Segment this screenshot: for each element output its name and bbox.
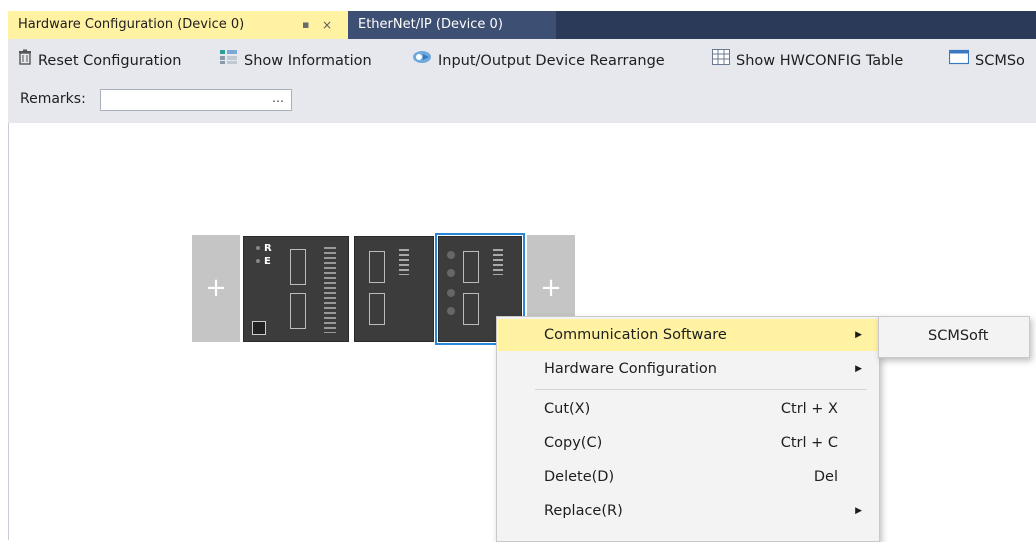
plus-icon: + <box>540 273 562 303</box>
menu-item-label: Cut(X) <box>544 401 591 417</box>
menu-item-label: Delete(D) <box>544 469 615 485</box>
rearrange-icon <box>412 47 432 75</box>
menu-item-label: Communication Software <box>544 327 727 343</box>
cpu-module[interactable]: R E <box>243 236 349 342</box>
connector-port <box>463 251 479 283</box>
terminal-block <box>399 249 409 275</box>
connector-port <box>369 251 385 283</box>
tab-ethernet-ip[interactable]: EtherNet/IP (Device 0) <box>348 11 556 39</box>
io-module[interactable] <box>354 236 434 342</box>
toolbar-row: Reset Configuration Show Information Inp… <box>8 47 1036 75</box>
connector-port <box>369 293 385 325</box>
menu-item-hardware-configuration[interactable]: Hardware Configuration ▶ <box>498 353 878 385</box>
show-hwconfig-table-button[interactable]: Show HWCONFIG Table <box>712 47 903 75</box>
context-menu: Communication Software ▶ Hardware Config… <box>496 316 880 542</box>
submenu-arrow-icon: ▶ <box>855 330 862 340</box>
connector-port <box>290 249 306 285</box>
add-module-left-button[interactable]: + <box>192 235 240 342</box>
menu-shortcut: Ctrl + X <box>780 401 838 417</box>
menu-item-copy[interactable]: Copy(C) Ctrl + C <box>498 427 878 459</box>
menu-item-label: Replace(R) <box>544 503 623 519</box>
document-tab-strip: Hardware Configuration (Device 0) ▪ × Et… <box>8 11 1036 39</box>
menu-item-label: Copy(C) <box>544 435 603 451</box>
plus-icon: + <box>205 273 227 303</box>
submenu-arrow-icon: ▶ <box>855 506 862 516</box>
browse-icon[interactable]: … <box>272 91 285 105</box>
tab-hardware-configuration[interactable]: Hardware Configuration (Device 0) ▪ × <box>8 11 348 39</box>
led-r-label: R <box>264 243 272 254</box>
scmsoft-label: SCMSo <box>975 53 1025 69</box>
led-e-label: E <box>264 256 271 267</box>
pin-icon[interactable]: ▪ <box>302 11 309 39</box>
menu-item-communication-software[interactable]: Communication Software ▶ <box>498 319 878 351</box>
menu-shortcut: Del <box>813 469 838 485</box>
tab-label: Hardware Configuration (Device 0) <box>18 17 245 32</box>
menu-shortcut: Ctrl + C <box>780 435 838 451</box>
led-indicator <box>256 259 260 263</box>
input-output-rearrange-button[interactable]: Input/Output Device Rearrange <box>412 47 665 75</box>
menu-item-scmsoft[interactable]: SCMSoft <box>880 317 1028 355</box>
connector-port <box>290 293 306 329</box>
hardware-configuration-window: Hardware Configuration (Device 0) ▪ × Et… <box>0 0 1036 542</box>
scmsoft-button[interactable]: SCMSo <box>948 47 1025 75</box>
status-led <box>447 251 455 259</box>
terminal-block <box>493 249 503 275</box>
information-grid-icon <box>220 47 238 75</box>
window-icon <box>948 47 970 75</box>
table-icon <box>712 47 730 75</box>
show-hwconfig-table-label: Show HWCONFIG Table <box>736 53 904 69</box>
communication-software-submenu: SCMSoft <box>878 316 1030 358</box>
close-icon[interactable]: × <box>322 11 332 39</box>
status-led <box>447 289 455 297</box>
led-indicator <box>256 246 260 250</box>
tab-label: EtherNet/IP (Device 0) <box>358 17 503 32</box>
submenu-arrow-icon: ▶ <box>855 364 862 374</box>
reset-configuration-button[interactable]: Reset Configuration <box>18 47 181 75</box>
show-information-label: Show Information <box>244 53 372 69</box>
remarks-input[interactable]: … <box>100 89 292 111</box>
remarks-label: Remarks: <box>20 91 86 107</box>
connector-port <box>463 293 479 325</box>
terminal-block <box>324 247 336 333</box>
status-led <box>447 307 455 315</box>
status-led <box>447 269 455 277</box>
menu-separator <box>535 389 867 390</box>
trash-icon <box>18 47 32 75</box>
show-information-button[interactable]: Show Information <box>220 47 372 75</box>
menu-item-label: Hardware Configuration <box>544 361 717 377</box>
menu-item-delete[interactable]: Delete(D) Del <box>498 461 878 493</box>
usb-port <box>252 321 266 335</box>
reset-configuration-label: Reset Configuration <box>38 53 182 69</box>
menu-item-label: SCMSoft <box>928 328 989 344</box>
input-output-rearrange-label: Input/Output Device Rearrange <box>438 53 665 69</box>
menu-item-cut[interactable]: Cut(X) Ctrl + X <box>498 393 878 425</box>
menu-item-replace[interactable]: Replace(R) ▶ <box>498 495 878 527</box>
toolbar: Reset Configuration Show Information Inp… <box>8 39 1036 124</box>
